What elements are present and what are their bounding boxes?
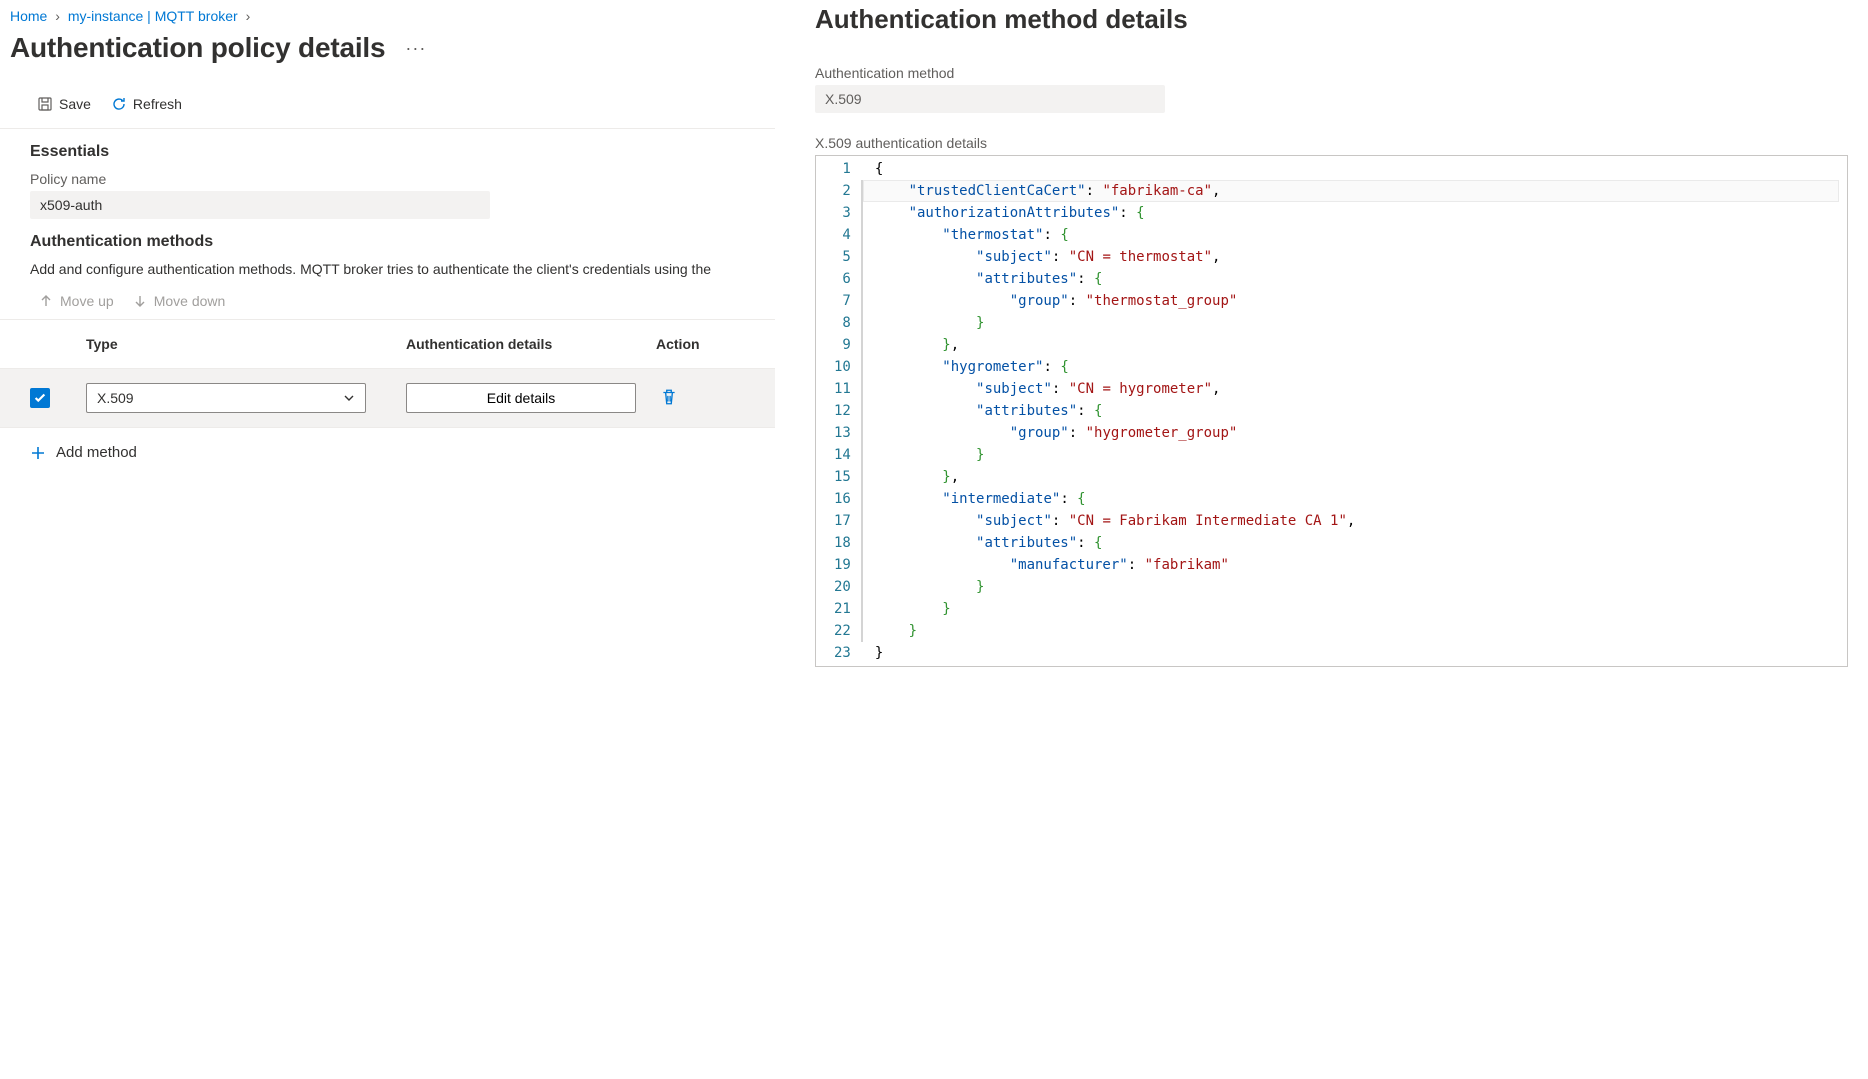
more-actions-button[interactable]: ··· [405,39,426,57]
code-gutter: 1234567891011121314151617181920212223 [815,156,861,666]
toolbar: Save Refresh [0,80,775,129]
breadcrumb: Home › my-instance | MQTT broker › [0,0,775,28]
table-row: X.509 Edit details [0,369,775,428]
chevron-right-icon: › [55,8,60,24]
move-down-label: Move down [154,293,226,309]
edit-details-button[interactable]: Edit details [406,383,636,413]
move-up-label: Move up [60,293,114,309]
policy-name-field[interactable] [30,191,490,219]
chevron-right-icon: › [246,8,251,24]
save-button[interactable]: Save [35,92,93,116]
arrow-up-icon [38,293,54,309]
page-title: Authentication policy details [10,32,385,64]
policy-name-label: Policy name [30,171,745,187]
arrow-down-icon [132,293,148,309]
breadcrumb-instance[interactable]: my-instance | MQTT broker [68,8,238,24]
trash-icon [660,388,678,406]
code-editor[interactable]: 1234567891011121314151617181920212223 { … [815,155,1848,667]
refresh-icon [111,96,127,112]
save-label: Save [59,96,91,112]
type-select[interactable]: X.509 [86,383,366,413]
auth-method-field[interactable] [815,85,1165,113]
check-icon [33,391,47,405]
move-up-button[interactable]: Move up [38,293,114,309]
right-panel-title: Authentication method details [815,0,1848,65]
add-method-label: Add method [56,444,137,461]
chevron-down-icon [343,392,355,404]
breadcrumb-home[interactable]: Home [10,8,47,24]
auth-methods-table: Type Authentication details Action X.509… [0,320,775,428]
add-method-button[interactable]: Add method [0,428,167,477]
plus-icon [30,445,46,461]
auth-methods-desc: Add and configure authentication methods… [30,261,745,277]
x509-details-label: X.509 authentication details [815,135,1848,151]
essentials-heading: Essentials [30,143,745,161]
save-icon [37,96,53,112]
row-checkbox[interactable] [30,388,50,408]
refresh-button[interactable]: Refresh [109,92,184,116]
auth-methods-heading: Authentication methods [30,233,745,251]
refresh-label: Refresh [133,96,182,112]
type-select-value: X.509 [97,390,134,406]
col-details-header: Authentication details [406,336,656,352]
col-action-header: Action [656,336,745,352]
move-down-button[interactable]: Move down [132,293,226,309]
code-content[interactable]: { "trustedClientCaCert": "fabrikam-ca", … [861,156,1847,666]
col-type-header: Type [86,336,406,352]
delete-row-button[interactable] [656,384,682,413]
auth-method-label: Authentication method [815,65,1848,81]
